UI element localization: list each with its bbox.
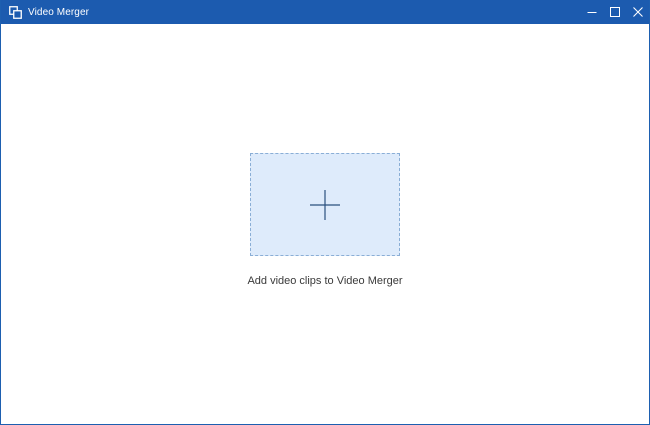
add-clips-hint: Add video clips to Video Merger (247, 275, 403, 287)
maximize-button[interactable] (604, 0, 626, 24)
add-video-dropzone[interactable] (250, 153, 400, 256)
minimize-button[interactable] (581, 0, 603, 24)
app-logo-icon (8, 5, 22, 19)
main-content: Add video clips to Video Merger (1, 24, 649, 424)
app-window: Video Merger Add video clips to Video Me… (0, 0, 650, 425)
window-controls (580, 0, 649, 24)
close-button[interactable] (627, 0, 649, 24)
plus-icon (310, 189, 340, 220)
maximize-icon (610, 7, 620, 17)
title-bar[interactable]: Video Merger (1, 0, 649, 24)
window-title: Video Merger (28, 6, 90, 18)
minimize-icon (587, 12, 597, 13)
close-icon (633, 7, 643, 17)
